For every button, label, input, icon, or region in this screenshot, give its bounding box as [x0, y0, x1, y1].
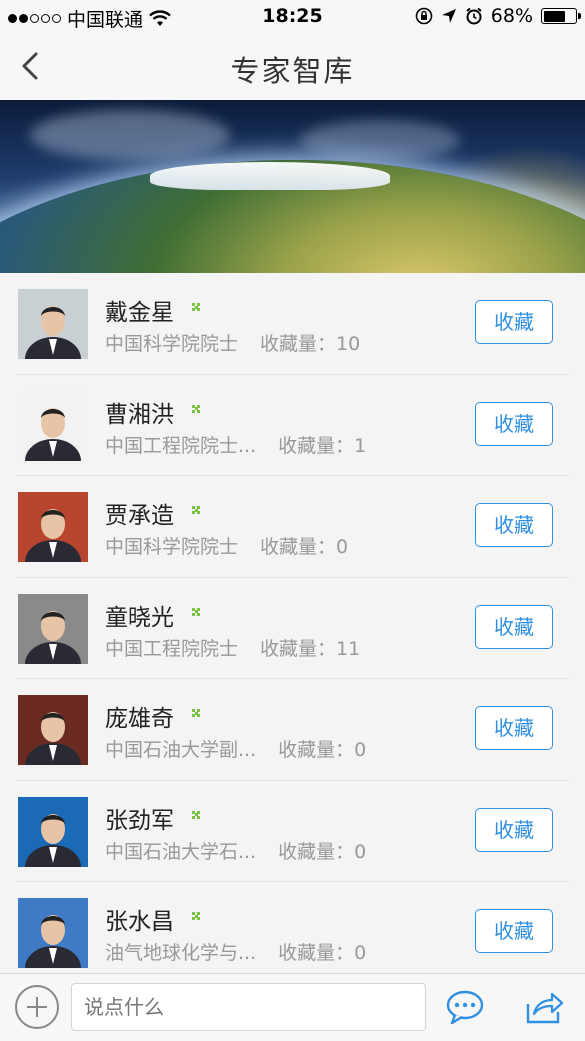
status-dot-icon — [192, 810, 200, 819]
battery-percent: 68% — [490, 5, 533, 27]
expert-title: 中国科学院院士 — [105, 333, 239, 355]
expert-name: 童晓光 — [105, 604, 174, 631]
rotation-lock-icon — [415, 7, 433, 25]
expert-title: 中国石油大学副... — [105, 739, 257, 761]
alarm-icon — [466, 7, 482, 25]
battery-icon — [541, 8, 581, 24]
expert-title: 中国科学院院士 — [105, 536, 239, 558]
expert-name: 庞雄奇 — [105, 706, 174, 732]
page-title: 专家智库 — [230, 54, 355, 88]
status-dot-icon — [192, 709, 200, 717]
expert-meta: 中国石油大学石... 收藏量：0 — [105, 837, 366, 864]
avatar — [18, 492, 88, 562]
expert-name: 张劲军 — [105, 807, 174, 834]
expert-row[interactable]: 曹湘洪中国工程院院士... 收藏量：1 收藏 — [16, 375, 569, 476]
expert-title: 中国工程院院士 — [105, 637, 239, 660]
banner-cloud — [30, 110, 230, 160]
expert-title: 中国工程院院士... — [105, 434, 257, 457]
collect-button[interactable]: 收藏 — [475, 503, 553, 547]
avatar — [18, 289, 88, 359]
favorite-count: 收藏量：1 — [278, 434, 367, 457]
expert-row[interactable]: 戴金星中国科学院院士 收藏量：10 收藏 — [16, 273, 569, 375]
expert-row[interactable]: 贾承造中国科学院院士 收藏量：0 收藏 — [16, 476, 569, 578]
favorite-count: 收藏量：11 — [260, 637, 361, 660]
status-bar: 中国联通 18:25 68% — [0, 0, 585, 34]
collect-button[interactable]: 收藏 — [475, 909, 553, 953]
collect-button[interactable]: 收藏 — [475, 807, 553, 852]
expert-row[interactable]: 张劲军中国石油大学石... 收藏量：0 收藏 — [16, 781, 569, 882]
nav-bar: 专家智库 — [0, 34, 585, 100]
status-dot-icon — [192, 303, 200, 311]
favorite-count: 收藏量：0 — [278, 840, 367, 863]
avatar — [18, 593, 88, 664]
expert-title: 中国石油大学石... — [105, 840, 257, 863]
favorite-count: 收藏量：0 — [278, 739, 367, 761]
comment-input[interactable] — [71, 983, 426, 1031]
expert-name: 张水昌 — [105, 909, 174, 935]
earth-banner-image — [0, 100, 585, 273]
expert-meta: 中国工程院院士 收藏量：11 — [105, 634, 360, 661]
favorite-count: 收藏量：10 — [260, 333, 361, 355]
plus-circle-icon[interactable] — [15, 985, 59, 1029]
collect-button[interactable]: 收藏 — [475, 706, 553, 750]
expert-list[interactable]: 戴金星 中国科学院院士 收藏量：10 收藏 曹湘洪 中国工程院院士... 收藏量：1 收藏 贾承… — [0, 273, 585, 973]
expert-row[interactable]: 庞雄奇中国石油大学副... 收藏量：0 收藏 — [16, 679, 569, 781]
bottom-bar — [0, 973, 585, 1041]
expert-meta: 中国科学院院士 收藏量：10 — [105, 329, 360, 356]
expert-meta: 中国石油大学副... 收藏量：0 — [105, 735, 366, 762]
chat-bubble-icon[interactable] — [445, 988, 485, 1026]
favorite-count: 收藏量：0 — [278, 942, 367, 964]
avatar — [18, 898, 88, 968]
expert-title: 油气地球化学与... — [105, 942, 257, 964]
expert-name: 曹湘洪 — [105, 401, 174, 428]
banner-cloud — [300, 120, 460, 160]
expert-row[interactable]: 童晓光中国工程院院士 收藏量：11 收藏 — [16, 578, 569, 679]
avatar — [18, 796, 88, 867]
expert-name: 戴金星 — [105, 300, 174, 326]
collect-button[interactable]: 收藏 — [475, 300, 553, 344]
banner-ice — [150, 162, 390, 190]
expert-row[interactable]: 张水昌油气地球化学与... 收藏量：0 收藏 — [16, 882, 569, 973]
status-dot-icon — [192, 404, 200, 413]
expert-name: 贾承造 — [105, 503, 174, 529]
status-dot-icon — [192, 506, 200, 514]
status-dot-icon — [192, 607, 200, 616]
status-dot-icon — [192, 912, 200, 920]
share-icon[interactable] — [524, 988, 564, 1026]
favorite-count: 收藏量：0 — [260, 536, 349, 558]
expert-meta: 中国科学院院士 收藏量：0 — [105, 532, 348, 559]
expert-meta: 中国工程院院士... 收藏量：1 — [105, 431, 366, 458]
collect-button[interactable]: 收藏 — [475, 401, 553, 446]
collect-button[interactable]: 收藏 — [475, 604, 553, 649]
avatar — [18, 390, 88, 461]
expert-meta: 油气地球化学与... 收藏量：0 — [105, 938, 366, 965]
avatar — [18, 695, 88, 765]
status-right: 68% — [415, 5, 581, 27]
location-icon — [441, 9, 456, 23]
